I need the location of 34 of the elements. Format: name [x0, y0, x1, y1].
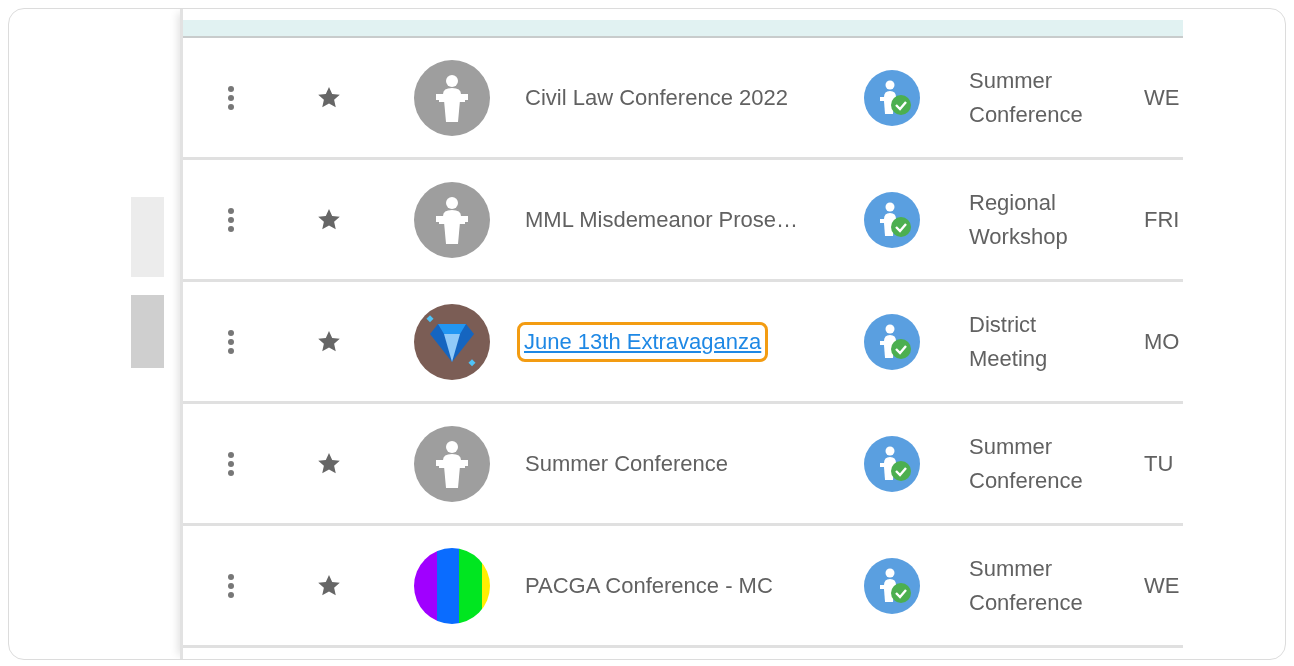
more-icon[interactable]	[227, 206, 235, 233]
event-name: Civil Law Conference 2022	[525, 84, 788, 112]
event-day: WE	[1144, 573, 1180, 598]
event-type: Summer Conference	[969, 66, 1084, 129]
presenter-check-icon	[864, 313, 920, 370]
podium-icon	[414, 59, 490, 136]
more-icon[interactable]	[227, 572, 235, 599]
stripes-icon	[414, 547, 490, 624]
event-name: Summer Conference	[525, 450, 728, 478]
presenter-check-icon	[864, 435, 920, 492]
event-day: FRI	[1144, 207, 1180, 232]
podium-icon	[414, 181, 490, 258]
star-icon[interactable]	[318, 453, 340, 474]
star-icon[interactable]	[318, 87, 340, 108]
presenter-check-icon	[864, 69, 920, 126]
event-day: WE	[1144, 85, 1180, 110]
podium-icon	[414, 425, 490, 502]
star-icon[interactable]	[318, 575, 340, 596]
star-icon[interactable]	[318, 331, 340, 352]
event-type: Summer Conference	[969, 432, 1084, 495]
presenter-check-icon	[864, 557, 920, 614]
presenter-check-icon	[864, 191, 920, 248]
more-icon[interactable]	[227, 328, 235, 355]
event-name: PACGA Conference - MC	[525, 572, 773, 600]
star-icon[interactable]	[318, 209, 340, 230]
event-day: TU	[1144, 451, 1174, 476]
more-icon[interactable]	[227, 450, 235, 477]
more-icon[interactable]	[227, 84, 235, 111]
event-type: Summer Conference	[969, 554, 1084, 617]
event-day: MO	[1144, 329, 1180, 354]
event-name: MML Misdemeanor Prose…	[525, 206, 799, 234]
event-type: Regional Workshop	[969, 188, 1069, 251]
event-link[interactable]: June 13th Extravaganza	[517, 321, 769, 362]
event-type: District Meeting	[969, 310, 1049, 373]
